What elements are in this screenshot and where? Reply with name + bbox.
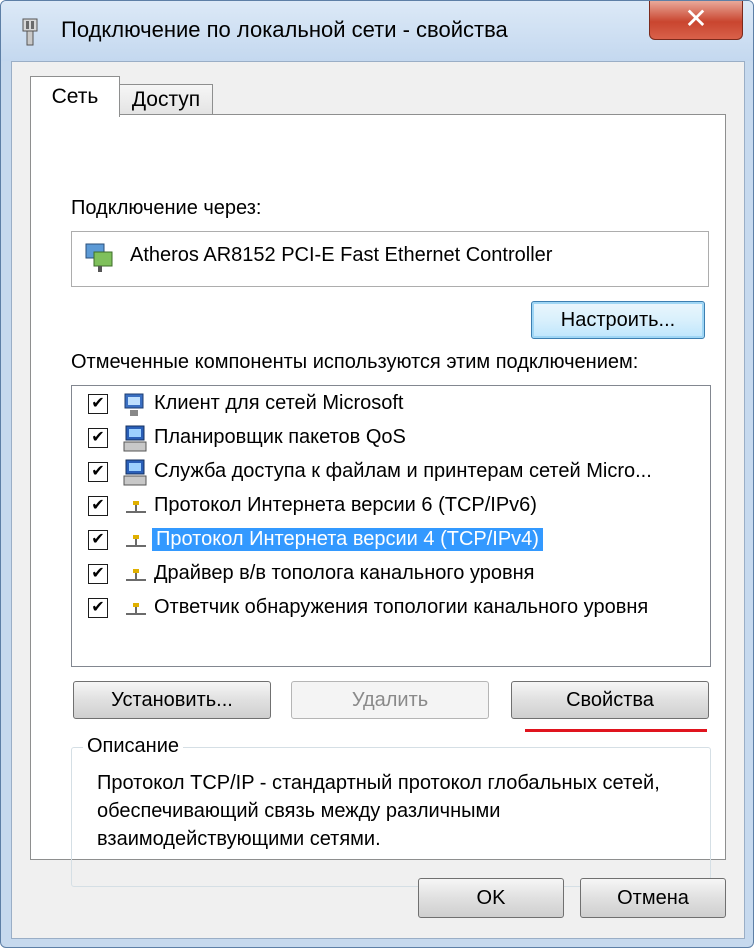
network-protocol-icon [126,569,146,581]
list-item-label: Служба доступа к файлам и принтерам сете… [154,460,652,482]
properties-button[interactable]: Свойства [511,681,709,719]
network-protocol-icon [126,535,146,547]
description-legend: Описание [83,735,184,758]
list-item[interactable]: ✔ Клиент для сетей Microsoft [72,388,710,422]
dialog-client-area: Доступ Сеть Подключение через: Atheros A… [11,61,745,939]
checkbox[interactable]: ✔ [88,564,108,584]
checkbox[interactable]: ✔ [88,462,108,482]
list-item-label: Драйвер в/в тополога канального уровня [154,562,535,584]
configure-button[interactable]: Настроить... [531,301,705,339]
network-adapter-icon [22,18,38,46]
list-item[interactable]: ✔ Протокол Интернета версии 6 (TCP/IPv6) [72,490,710,524]
list-item-label: Ответчик обнаружения топологии канальног… [154,596,649,618]
network-adapter-icon [85,243,113,272]
components-list[interactable]: ✔ Клиент для сетей Microsoft ✔ Планировщ… [71,385,711,667]
tab-panel-network: Подключение через: Atheros AR8152 PCI-E … [30,114,726,887]
network-service-icon [123,425,147,452]
list-item-label: Протокол Интернета версии 4 (TCP/IPv4) [152,528,543,551]
checkbox[interactable]: ✔ [88,496,108,516]
adapter-name: Atheros AR8152 PCI-E Fast Ethernet Contr… [130,244,553,266]
adapter-field: Atheros AR8152 PCI-E Fast Ethernet Contr… [71,231,709,287]
highlight-underline [525,729,707,732]
description-text: Протокол TCP/IP - стандартный протокол г… [97,772,660,850]
close-button[interactable]: ✕ [649,1,743,40]
tab-network[interactable]: Сеть [30,76,120,117]
network-protocol-icon [126,603,146,615]
checkbox[interactable]: ✔ [88,598,108,618]
list-item[interactable]: ✔ Планировщик пакетов QoS [72,422,710,456]
tab-access[interactable]: Доступ [119,84,213,116]
remove-button: Удалить [291,681,489,719]
checkbox[interactable]: ✔ [88,530,108,550]
list-item-label: Планировщик пакетов QoS [154,426,406,448]
network-service-icon [123,459,147,486]
list-item[interactable]: ✔ Драйвер в/в тополога канального уровня [72,558,710,592]
list-item[interactable]: ✔ Служба доступа к файлам и принтерам се… [72,456,710,490]
network-client-icon [124,393,144,416]
title-bar[interactable]: Подключение по локальной сети - свойства… [1,1,753,61]
ok-button[interactable]: OK [418,878,564,918]
list-item[interactable]: ✔ Ответчик обнаружения топологии канальн… [72,592,710,626]
window-title: Подключение по локальной сети - свойства [61,17,508,42]
checkbox[interactable]: ✔ [88,394,108,414]
list-item-selected[interactable]: ✔ Протокол Интернета версии 4 (TCP/IPv4) [72,524,710,558]
list-item-label: Клиент для сетей Microsoft [154,392,404,414]
connect-using-label: Подключение через: [71,197,262,219]
list-item-label: Протокол Интернета версии 6 (TCP/IPv6) [154,494,537,516]
components-label: Отмеченные компоненты используются этим … [71,351,639,373]
cancel-button[interactable]: Отмена [580,878,726,918]
checkbox[interactable]: ✔ [88,428,108,448]
network-protocol-icon [126,501,146,513]
dialog-window: Подключение по локальной сети - свойства… [0,0,754,948]
install-button[interactable]: Установить... [73,681,271,719]
